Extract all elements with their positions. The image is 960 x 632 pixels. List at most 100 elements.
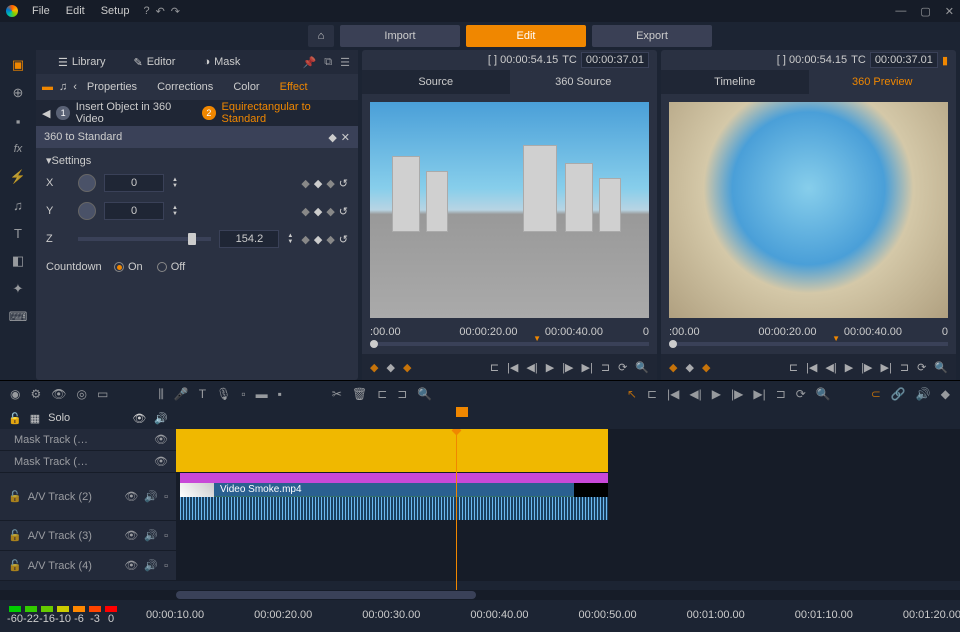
z-up-icon[interactable]: ▲: [287, 234, 293, 239]
knob-y[interactable]: [78, 202, 96, 220]
sec-properties[interactable]: Properties: [77, 81, 147, 93]
pv2-tc[interactable]: 00:00:37.01: [870, 52, 938, 68]
tlt-eye-icon[interactable]: 👁: [51, 387, 66, 401]
redo-icon[interactable]: ↷: [171, 5, 180, 18]
crumb-back-icon[interactable]: ◀: [42, 107, 50, 120]
y-kf-icon[interactable]: ◆: [314, 205, 322, 218]
speaker-all-icon[interactable]: 🔊: [154, 412, 168, 425]
tool-fx-icon[interactable]: fx: [9, 140, 27, 158]
panel-icon[interactable]: ▬: [42, 81, 53, 93]
trk-m2-eye-icon[interactable]: 👁: [154, 455, 168, 468]
tlt-r-zoom-icon[interactable]: 🔍: [816, 387, 831, 401]
tool-globe-icon[interactable]: ⊕: [9, 84, 27, 102]
trk-av2-fx-icon[interactable]: ▫: [164, 491, 168, 503]
tool-keyboard-icon[interactable]: ⌨: [9, 308, 27, 326]
z-kf-icon[interactable]: ◆: [314, 233, 322, 246]
trk-av4-lock-icon[interactable]: 🔓: [8, 559, 22, 572]
timeline-ruler[interactable]: [176, 407, 960, 429]
close-icon[interactable]: ✕: [945, 5, 954, 18]
trk-av4-fx-icon[interactable]: ▫: [164, 560, 168, 572]
value-y[interactable]: 0: [104, 202, 164, 220]
pv1-next-icon[interactable]: ▶|: [582, 361, 593, 374]
tool-flash-icon[interactable]: ⚡: [9, 168, 27, 186]
undo-icon[interactable]: ↶: [156, 5, 165, 18]
tool-wand-icon[interactable]: ✦: [9, 280, 27, 298]
tlt-magnet-icon[interactable]: ⊂: [871, 387, 881, 401]
pv2-scrubber[interactable]: :00.00 00:00:20.00 00:00:40.00 0 ▼: [661, 326, 956, 354]
settings-header[interactable]: ▾ Settings: [46, 152, 348, 169]
tlt-r-end-icon[interactable]: ⊐: [776, 387, 786, 401]
pv2-flag-icon[interactable]: ▮: [942, 54, 948, 67]
pv2-zoom-icon[interactable]: 🔍: [934, 361, 948, 374]
pv-360preview[interactable]: 360 Preview: [809, 70, 957, 94]
y-reset-icon[interactable]: ↺: [339, 205, 348, 218]
tlt-mic2-icon[interactable]: 🎙: [216, 387, 231, 401]
pv2-play-icon[interactable]: ▶: [845, 361, 853, 374]
pv1-tc[interactable]: 00:00:37.01: [581, 52, 649, 68]
value-x[interactable]: 0: [104, 174, 164, 192]
title-diamond-icon[interactable]: ◆: [328, 131, 336, 144]
tlt-r-prev-icon[interactable]: |◀: [667, 387, 679, 401]
pin-icon[interactable]: 📌: [303, 56, 317, 69]
mode-import[interactable]: Import: [340, 25, 460, 47]
pv-timeline[interactable]: Timeline: [661, 70, 809, 94]
crumb-step2[interactable]: Equirectangular to Standard: [222, 101, 352, 125]
pv2-next-icon[interactable]: ▶|: [881, 361, 892, 374]
pv2-end-icon[interactable]: ⊐: [900, 361, 909, 374]
pv2-mark2-icon[interactable]: ◆: [685, 361, 693, 374]
preview-360-image[interactable]: [669, 102, 948, 318]
trk-m1-eye-icon[interactable]: 👁: [154, 433, 168, 446]
tlt-disc-icon[interactable]: ◉: [10, 387, 20, 401]
y-up-icon[interactable]: ▲: [172, 206, 178, 211]
pv1-mark3-icon[interactable]: ◆: [403, 361, 411, 374]
pv1-mark2-icon[interactable]: ◆: [386, 361, 394, 374]
preview-source-image[interactable]: [370, 102, 649, 318]
pv-360source[interactable]: 360 Source: [510, 70, 658, 94]
tlt-mleft-icon[interactable]: ⊏: [377, 387, 387, 401]
trk-av2-spk-icon[interactable]: 🔊: [144, 490, 158, 503]
undock-icon[interactable]: ⧉: [324, 56, 332, 69]
pv2-loop-icon[interactable]: ⟳: [917, 361, 926, 374]
tlt-gear-icon[interactable]: ⚙: [30, 387, 41, 401]
pv1-play-icon[interactable]: ▶: [546, 361, 554, 374]
slider-z[interactable]: [78, 237, 211, 241]
help-icon[interactable]: ?: [143, 5, 149, 17]
tlt-clap-icon[interactable]: ▭: [97, 387, 108, 401]
tool-music-icon[interactable]: ♫: [9, 196, 27, 214]
z-reset-icon[interactable]: ↺: [339, 233, 348, 246]
x-kf-prev-icon[interactable]: ◆: [301, 177, 309, 190]
storyboard-icon[interactable]: ▦: [30, 412, 40, 425]
music-toggle-icon[interactable]: ♫: [59, 81, 67, 93]
pv1-prev-icon[interactable]: |◀: [507, 361, 518, 374]
pv2-stepback-icon[interactable]: ◀|: [825, 361, 836, 374]
x-up-icon[interactable]: ▲: [172, 178, 178, 183]
knob-x[interactable]: [78, 174, 96, 192]
tlt-trash-icon[interactable]: 🗑: [352, 387, 367, 401]
eye-all-icon[interactable]: 👁: [132, 412, 146, 425]
tab-mask[interactable]: ◑Mask: [189, 50, 254, 74]
trk-av3-fx-icon[interactable]: ▫: [164, 530, 168, 542]
tlt-r-next-icon[interactable]: ▶|: [753, 387, 765, 401]
radio-off[interactable]: Off: [157, 261, 185, 273]
pv2-mark3-icon[interactable]: ◆: [702, 361, 710, 374]
lock-all-icon[interactable]: 🔓: [8, 412, 22, 425]
tlt-r-back-icon[interactable]: ◀|: [689, 387, 701, 401]
x-kf-next-icon[interactable]: ◆: [326, 177, 334, 190]
trk-av4-spk-icon[interactable]: 🔊: [144, 559, 158, 572]
trk-av3-spk-icon[interactable]: 🔊: [144, 529, 158, 542]
tlt-r-start-icon[interactable]: ⊏: [647, 387, 657, 401]
sec-corrections[interactable]: Corrections: [147, 81, 223, 93]
tlt-r-loop-icon[interactable]: ⟳: [796, 387, 806, 401]
tlt-zoom-icon[interactable]: 🔍: [417, 387, 432, 401]
tlt-mic-icon[interactable]: 🎤: [174, 387, 189, 401]
minimize-icon[interactable]: —: [895, 5, 906, 18]
list-icon[interactable]: ☰: [340, 56, 350, 69]
y-down-icon[interactable]: ▼: [172, 212, 178, 217]
tlt-kf-icon[interactable]: ◆: [941, 387, 950, 401]
tool-clapper-icon[interactable]: ◧: [9, 252, 27, 270]
pv1-stepfwd-icon[interactable]: |▶: [562, 361, 573, 374]
crumb-step1[interactable]: Insert Object in 360 Video: [76, 101, 196, 125]
mode-export[interactable]: Export: [592, 25, 712, 47]
value-z[interactable]: 154.2: [219, 230, 279, 248]
radio-on[interactable]: On: [114, 261, 143, 273]
